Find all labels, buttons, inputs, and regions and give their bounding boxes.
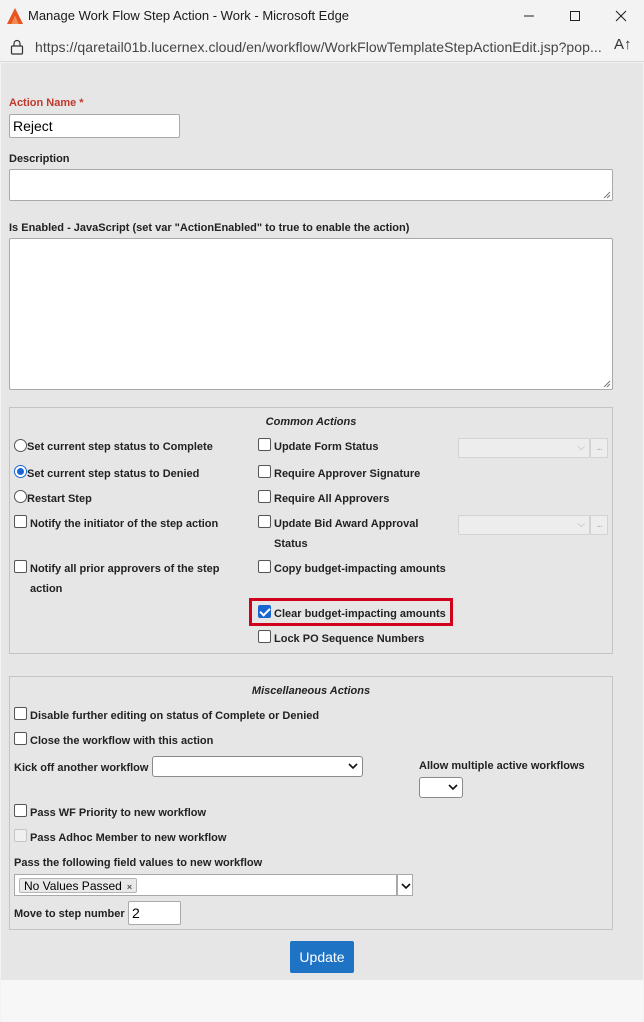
lock-po-label: Lock PO Sequence Numbers — [274, 633, 425, 645]
require-signature-label: Require Approver Signature — [274, 468, 421, 480]
require-all-approvers-checkbox[interactable] — [258, 490, 271, 503]
description-label: Description — [9, 153, 70, 165]
description-textarea[interactable] — [9, 169, 613, 201]
radio-restart[interactable] — [14, 490, 27, 503]
notify-prior-approvers-checkbox[interactable] — [14, 560, 27, 573]
update-bid-award-label-line2: Status — [274, 538, 308, 550]
lucernex-logo-icon — [7, 8, 23, 24]
window-titlebar: Manage Work Flow Step Action - Work - Mi… — [0, 0, 644, 32]
action-name-input[interactable] — [9, 114, 180, 138]
form-status-lookup-button[interactable]: ... — [590, 438, 608, 458]
pass-fields-label: Pass the following field values to new w… — [14, 857, 263, 869]
resize-grip-icon[interactable] — [603, 380, 611, 388]
common-actions-title: Common Actions — [265, 416, 357, 428]
is-enabled-label: Is Enabled - JavaScript (set var "Action… — [9, 222, 410, 234]
minimize-icon — [524, 15, 534, 17]
update-form-status-label: Update Form Status — [274, 441, 379, 453]
update-bid-award-checkbox[interactable] — [258, 515, 271, 528]
close-window-button[interactable] — [598, 0, 644, 32]
disable-editing-checkbox[interactable] — [14, 707, 27, 720]
address-bar: https://qaretail01b.lucernex.cloud/en/wo… — [0, 32, 644, 62]
url-text[interactable]: https://qaretail01b.lucernex.cloud/en/wo… — [35, 39, 602, 55]
radio-complete[interactable] — [14, 439, 27, 452]
is-enabled-textarea[interactable] — [9, 238, 613, 390]
move-step-label: Move to step number — [14, 908, 125, 920]
resize-grip-icon[interactable] — [603, 191, 611, 199]
allow-multiple-select[interactable] — [419, 777, 463, 798]
page-footer — [1, 980, 643, 1021]
bid-award-lookup-button[interactable]: ... — [590, 515, 608, 535]
radio-complete-label: Set current step status to Complete — [27, 441, 213, 453]
pass-priority-label: Pass WF Priority to new workflow — [30, 807, 207, 819]
read-aloud-icon[interactable]: A↑ — [614, 36, 632, 53]
require-signature-checkbox[interactable] — [258, 465, 271, 478]
notify-prior-approvers-label-line2: action — [30, 583, 63, 595]
close-icon — [615, 10, 627, 22]
radio-restart-label: Restart Step — [27, 493, 92, 505]
pass-adhoc-label: Pass Adhoc Member to new workflow — [30, 832, 227, 844]
chevron-down-icon — [448, 784, 458, 791]
no-values-chip[interactable]: No Values Passed × — [19, 878, 138, 894]
copy-budget-label: Copy budget-impacting amounts — [274, 563, 446, 575]
clear-budget-label: Clear budget-impacting amounts — [274, 608, 446, 620]
misc-actions-title: Miscellaneous Actions — [251, 685, 371, 697]
chevron-down-icon — [401, 883, 411, 890]
pass-adhoc-checkbox[interactable] — [14, 829, 27, 842]
kickoff-workflow-select[interactable] — [152, 756, 363, 777]
notify-prior-approvers-label: Notify all prior approvers of the step — [30, 563, 220, 575]
pass-fields-multiselect[interactable]: No Values Passed × — [14, 874, 397, 896]
radio-denied[interactable] — [14, 465, 27, 478]
lock-po-checkbox[interactable] — [258, 630, 271, 643]
copy-budget-checkbox[interactable] — [258, 560, 271, 573]
close-workflow-label: Close the workflow with this action — [30, 735, 214, 747]
window-title: Manage Work Flow Step Action - Work - Mi… — [28, 8, 350, 23]
update-bid-award-label: Update Bid Award Approval — [274, 518, 419, 530]
remove-chip-icon[interactable]: × — [127, 880, 132, 894]
chevron-down-icon: ⌵ — [577, 442, 585, 453]
lock-icon[interactable] — [10, 39, 24, 55]
notify-initiator-checkbox[interactable] — [14, 515, 27, 528]
disable-editing-label: Disable further editing on status of Com… — [30, 710, 320, 722]
pass-fields-dropdown-button[interactable] — [397, 874, 413, 896]
chevron-down-icon: ⌵ — [577, 519, 585, 530]
update-form-status-checkbox[interactable] — [258, 438, 271, 451]
kickoff-workflow-label: Kick off another workflow — [14, 762, 149, 774]
require-all-approvers-label: Require All Approvers — [274, 493, 390, 505]
maximize-icon — [570, 11, 580, 21]
maximize-button[interactable] — [552, 0, 598, 32]
notify-initiator-label: Notify the initiator of the step action — [30, 518, 219, 530]
form-status-select[interactable]: ⌵ — [458, 438, 590, 458]
minimize-button[interactable] — [506, 0, 552, 32]
bid-award-status-select[interactable]: ⌵ — [458, 515, 590, 535]
pass-priority-checkbox[interactable] — [14, 804, 27, 817]
update-button[interactable]: Update — [290, 941, 354, 973]
no-values-chip-label: No Values Passed — [24, 879, 122, 893]
action-name-label: Action Name * — [9, 97, 84, 109]
close-workflow-checkbox[interactable] — [14, 732, 27, 745]
chevron-down-icon — [348, 763, 358, 770]
radio-denied-label: Set current step status to Denied — [27, 468, 200, 480]
clear-budget-checkbox[interactable] — [258, 605, 271, 618]
allow-multiple-label: Allow multiple active workflows — [419, 760, 585, 772]
move-step-input[interactable] — [128, 901, 181, 925]
